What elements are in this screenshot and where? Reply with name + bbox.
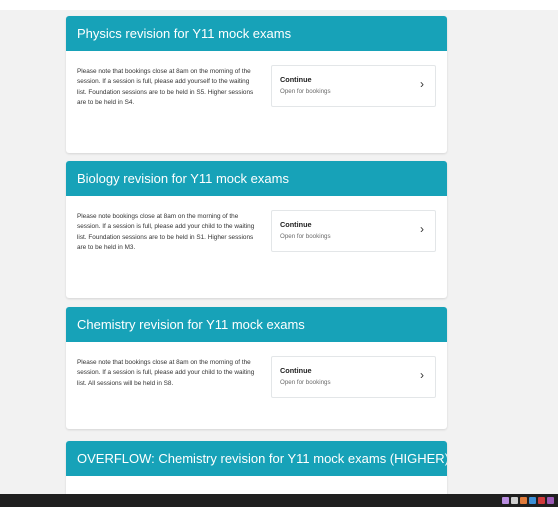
chevron-right-icon: ›: [420, 77, 424, 91]
booking-status: Open for bookings: [280, 88, 331, 95]
card-title: Biology revision for Y11 mock exams: [66, 161, 447, 196]
continue-button[interactable]: Continue Open for bookings ›: [271, 356, 436, 398]
card-title: Chemistry revision for Y11 mock exams: [66, 307, 447, 342]
card-note: Please note that bookings close at 8am o…: [77, 359, 255, 387]
people-icon[interactable]: [502, 497, 509, 504]
taskbar: [0, 494, 558, 507]
app-icon[interactable]: [529, 497, 536, 504]
mail-icon[interactable]: [520, 497, 527, 504]
continue-button[interactable]: Continue Open for bookings ›: [271, 210, 436, 252]
session-card-chemistry: Chemistry revision for Y11 mock exams Pl…: [66, 307, 447, 429]
booking-status: Open for bookings: [280, 379, 331, 386]
booking-status: Open for bookings: [280, 233, 331, 240]
continue-label: Continue: [280, 220, 312, 229]
system-tray: [502, 497, 554, 505]
session-card-biology: Biology revision for Y11 mock exams Plea…: [66, 161, 447, 298]
notification-icon[interactable]: [511, 497, 518, 504]
card-note: Please note bookings close at 8am on the…: [77, 213, 255, 251]
security-icon[interactable]: [538, 497, 545, 504]
chevron-right-icon: ›: [420, 368, 424, 382]
card-title: OVERFLOW: Chemistry revision for Y11 moc…: [66, 441, 447, 476]
extension-icon[interactable]: [547, 497, 554, 504]
card-note: Please note that bookings close at 8am o…: [77, 68, 254, 106]
chevron-right-icon: ›: [420, 222, 424, 236]
continue-label: Continue: [280, 366, 312, 375]
session-list: Physics revision for Y11 mock exams Plea…: [0, 0, 558, 494]
session-card-chemistry-overflow: OVERFLOW: Chemistry revision for Y11 moc…: [66, 441, 447, 494]
continue-label: Continue: [280, 75, 312, 84]
card-title: Physics revision for Y11 mock exams: [66, 16, 447, 51]
session-card-physics: Physics revision for Y11 mock exams Plea…: [66, 16, 447, 153]
continue-button[interactable]: Continue Open for bookings ›: [271, 65, 436, 107]
